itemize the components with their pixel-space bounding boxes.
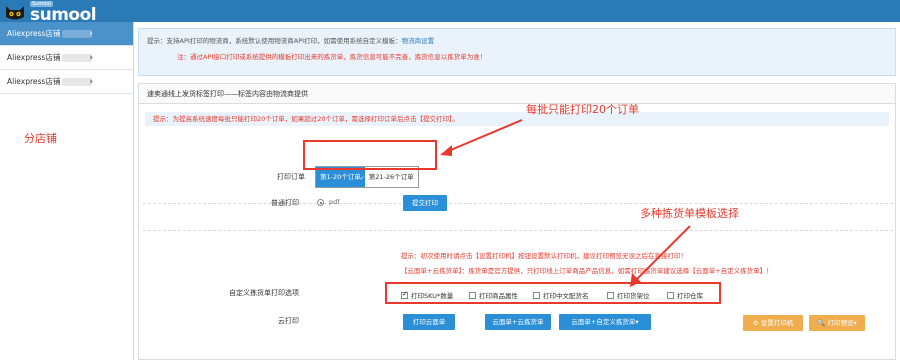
pdf-label: pdf <box>329 198 340 206</box>
app-logo[interactable]: Sumool sumool <box>4 1 134 25</box>
redacted-shop-name <box>62 54 93 62</box>
sidebar-item-shop-3[interactable]: Aliexpress店铺 › <box>0 70 133 94</box>
panel-title: 速卖通线上发货标签打印——标签内容由物流商提供 <box>139 84 895 104</box>
print-orders-label: 打印订单 <box>277 173 305 181</box>
chevron-right-icon: › <box>89 53 93 63</box>
cloud-waybill-cloud-pick-button[interactable]: 云面单+云拣货单 <box>485 314 551 330</box>
cloud-print-label: 云打印 <box>278 317 299 325</box>
print-panel: 速卖通线上发货标签打印——标签内容由物流商提供 提示：为提高系统速度每批只能打印… <box>138 83 896 360</box>
redacted-shop-name <box>62 30 93 38</box>
chevron-right-icon: › <box>89 77 93 87</box>
carrier-settings-link[interactable]: 物流商设置 <box>402 37 435 45</box>
top-bar: Sumool sumool <box>0 0 900 25</box>
cat-logo-icon <box>6 6 24 20</box>
annotation-batch: 每批只能打印20个订单 <box>526 103 639 116</box>
pdf-radio[interactable] <box>317 199 324 206</box>
submit-print-button[interactable]: 提交打印 <box>403 195 447 211</box>
custom-pick-label: 自定义拣货单打印选项 <box>229 289 299 297</box>
annotation-shops: 分店铺 <box>24 132 57 145</box>
batch-tip: 提示：为提高系统速度每批只能打印20个订单，如果超过20个订单，需选择打印订单后… <box>145 112 889 126</box>
chevron-right-icon: › <box>89 29 93 39</box>
cloud-waybill-custom-pick-button[interactable]: 云面单+自定义拣货单▾ <box>559 314 651 330</box>
tab-orders-1-20[interactable]: 第1-20个订单 <box>316 167 365 189</box>
sidebar-item-label: Aliexpress店铺 <box>7 29 61 38</box>
normal-print-label: 普通打印 <box>271 199 299 207</box>
sidebar-item-shop-2[interactable]: Aliexpress店铺 › <box>0 46 133 70</box>
notice-text: 提示：支持API打印的物流商，系统默认使用物流商API打印，如需使用系统自定义模… <box>147 37 402 45</box>
sidebar: Aliexpress店铺 › Aliexpress店铺 › Aliexpress… <box>0 22 134 360</box>
tab-orders-21-26[interactable]: 第21-26个订单 <box>364 167 418 187</box>
divider <box>143 230 893 231</box>
print-preview-button[interactable]: 🔍 打印预览▾ <box>809 315 865 331</box>
annotation-templates: 多种拣货单模板选择 <box>640 207 739 220</box>
printer-tip: 提示：初次使用时请点击【设置打印机】按钮设置默认打印机，建议打印预览无误之后在直… <box>401 252 687 260</box>
api-notice: 提示：支持API打印的物流商，系统默认使用物流商API打印，如需使用系统自定义模… <box>138 28 896 76</box>
cloud-pick-tip: 【云面单+云拣货单】：拣货单是官方提供，只打印线上订单商品产品信息，如需打印拣货… <box>401 267 773 275</box>
sidebar-item-label: Aliexpress店铺 <box>7 53 61 62</box>
sidebar-item-shop-1[interactable]: Aliexpress店铺 › <box>0 22 133 46</box>
main-content: 提示：支持API打印的物流商，系统默认使用物流商API打印，如需使用系统自定义模… <box>134 22 900 360</box>
notice-line-2: 注：通过API接口打印或系统提供的模板打印出来的拣货单，拣货信息可能不完善，拣货… <box>177 53 487 61</box>
order-tabs-highlight <box>303 140 437 170</box>
redacted-shop-name <box>62 78 93 86</box>
set-printer-button[interactable]: ⚙ 设置打印机 <box>743 315 803 331</box>
options-highlight <box>385 282 721 304</box>
notice-line-1: 提示：支持API打印的物流商，系统默认使用物流商API打印，如需使用系统自定义模… <box>147 35 887 45</box>
sidebar-item-label: Aliexpress店铺 <box>7 77 61 86</box>
print-cloud-waybill-button[interactable]: 打印云面单 <box>403 314 455 330</box>
